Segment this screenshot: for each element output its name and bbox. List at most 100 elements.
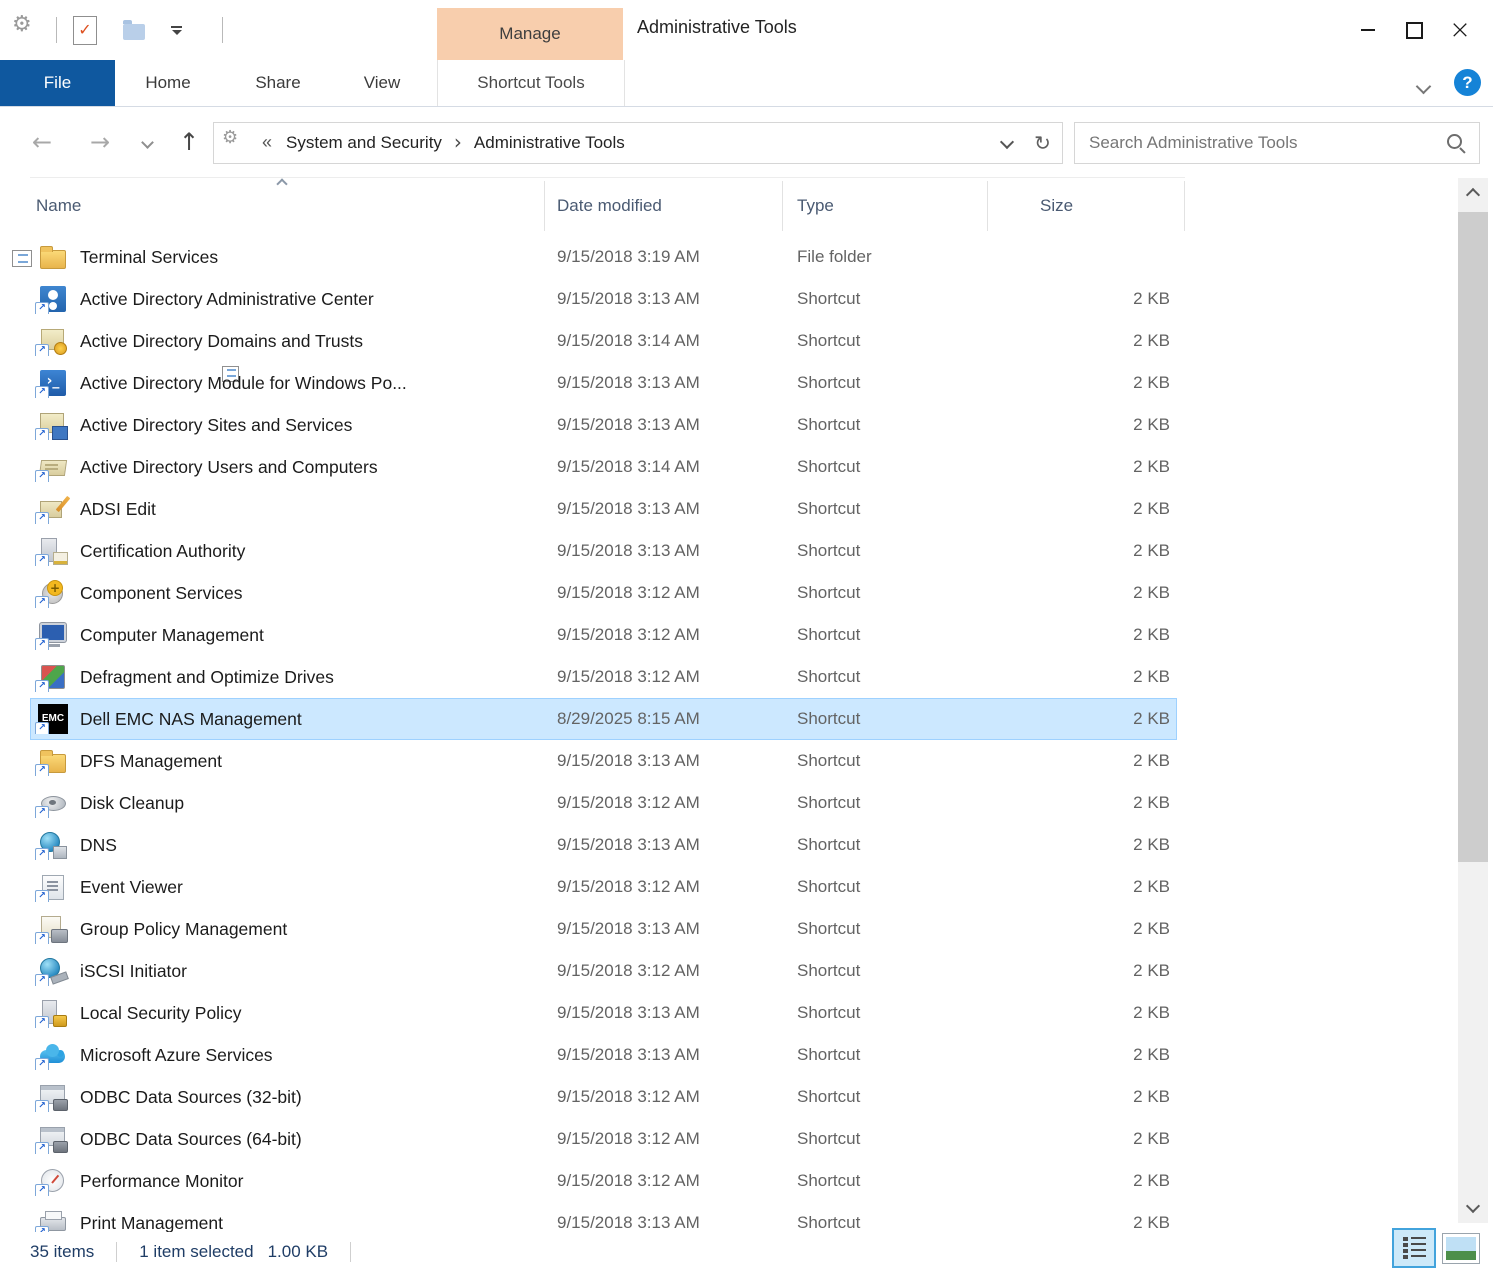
shortcut-arrow-icon: ↗	[35, 764, 49, 776]
file-type: Shortcut	[783, 289, 988, 309]
file-name: Certification Authority	[80, 541, 245, 562]
file-row[interactable]: ↗DFS Management9/15/2018 3:13 AMShortcut…	[30, 740, 1177, 782]
file-type: Shortcut	[783, 1087, 988, 1107]
sites-icon: ↗	[38, 410, 68, 440]
tab-home[interactable]: Home	[121, 60, 215, 106]
file-size: 2 KB	[988, 331, 1177, 351]
breadcrumb-separator-icon[interactable]: ›	[446, 130, 470, 156]
column-header-size[interactable]: Size	[988, 181, 1185, 231]
shortcut-arrow-icon: ↗	[35, 554, 49, 566]
file-row[interactable]: ↗Local Security Policy9/15/2018 3:13 AMS…	[30, 992, 1177, 1034]
search-input[interactable]	[1075, 133, 1445, 153]
file-name: Component Services	[80, 583, 242, 604]
file-row[interactable]: ↗Active Directory Module for Windows Po.…	[30, 362, 1177, 404]
file-name: ADSI Edit	[80, 499, 156, 520]
tab-share[interactable]: Share	[226, 60, 330, 106]
file-date-modified: 9/15/2018 3:13 AM	[545, 1213, 783, 1232]
properties-check-icon[interactable]: ✓	[73, 16, 97, 45]
shortcut-arrow-icon: ↗	[35, 974, 49, 986]
close-button[interactable]: ×	[1437, 10, 1483, 50]
file-row[interactable]: ↗Certification Authority9/15/2018 3:13 A…	[30, 530, 1177, 572]
tab-shortcut-tools[interactable]: Shortcut Tools	[437, 60, 625, 106]
recent-locations-button[interactable]	[133, 107, 161, 177]
file-row[interactable]: ↗Performance Monitor9/15/2018 3:12 AMSho…	[30, 1160, 1177, 1202]
back-button[interactable]: ←	[24, 107, 60, 177]
maximize-button[interactable]	[1391, 10, 1437, 50]
close-icon: ×	[1449, 17, 1471, 43]
file-row[interactable]: ↗ODBC Data Sources (32-bit)9/15/2018 3:1…	[30, 1076, 1177, 1118]
file-type: Shortcut	[783, 1171, 988, 1191]
vertical-scrollbar[interactable]	[1458, 178, 1488, 1223]
file-row[interactable]: ↗iSCSI Initiator9/15/2018 3:12 AMShortcu…	[30, 950, 1177, 992]
cert-authority-icon: ↗	[38, 536, 68, 566]
breadcrumb-administrative-tools[interactable]: Administrative Tools	[470, 133, 629, 153]
scroll-down-button[interactable]	[1458, 1189, 1488, 1223]
dropdown-arrow-icon	[172, 30, 182, 35]
navigation-toolbar: ← → ↑ ⚙ « System and Security › Administ…	[0, 107, 1493, 177]
file-name: ODBC Data Sources (64-bit)	[80, 1129, 302, 1150]
file-type: Shortcut	[783, 877, 988, 897]
file-row[interactable]: ↗Computer Management9/15/2018 3:12 AMSho…	[30, 614, 1177, 656]
column-header-name[interactable]: Name	[30, 181, 545, 231]
details-view-button[interactable]	[1392, 1228, 1436, 1268]
file-row[interactable]: ↗ODBC Data Sources (64-bit)9/15/2018 3:1…	[30, 1118, 1177, 1160]
file-size: 2 KB	[988, 1171, 1177, 1191]
file-row[interactable]: ↗Event Viewer9/15/2018 3:12 AMShortcut2 …	[30, 866, 1177, 908]
collapsed-path-indicator[interactable]: «	[262, 132, 272, 153]
file-row[interactable]: ↗Active Directory Sites and Services9/15…	[30, 404, 1177, 446]
file-date-modified: 9/15/2018 3:12 AM	[545, 961, 783, 981]
file-date-modified: 9/15/2018 3:12 AM	[545, 667, 783, 687]
refresh-button[interactable]: ↻	[1023, 122, 1063, 164]
column-headers: Name Date modified Type Size	[30, 177, 1185, 234]
file-row[interactable]: ↗Defragment and Optimize Drives9/15/2018…	[30, 656, 1177, 698]
file-name-cell: ↗Microsoft Azure Services	[30, 1040, 545, 1070]
file-date-modified: 9/15/2018 3:13 AM	[545, 835, 783, 855]
file-row[interactable]: ↗Print Management9/15/2018 3:13 AMShortc…	[30, 1202, 1177, 1232]
column-header-date-modified[interactable]: Date modified	[545, 181, 783, 231]
file-row[interactable]: ↗Active Directory Administrative Center9…	[30, 278, 1177, 320]
forward-button[interactable]: →	[82, 107, 118, 177]
minimize-button[interactable]	[1345, 10, 1391, 50]
thumbnails-view-icon	[1446, 1237, 1476, 1260]
file-row[interactable]: ↗Microsoft Azure Services9/15/2018 3:13 …	[30, 1034, 1177, 1076]
file-name-cell: ↗Component Services	[30, 578, 545, 608]
admin-tools-app-icon[interactable]: ⚙	[12, 14, 48, 46]
customize-quick-access-dropdown[interactable]	[171, 26, 182, 35]
tab-view[interactable]: View	[334, 60, 430, 106]
defrag-icon: ↗	[38, 662, 68, 692]
thumbnails-view-button[interactable]	[1442, 1233, 1480, 1264]
file-name: Print Management	[80, 1213, 223, 1233]
file-row[interactable]: ↗Active Directory Domains and Trusts9/15…	[30, 320, 1177, 362]
file-row[interactable]: ↗DNS9/15/2018 3:13 AMShortcut2 KB	[30, 824, 1177, 866]
scrollbar-thumb[interactable]	[1458, 212, 1488, 862]
search-icon[interactable]	[1445, 132, 1467, 154]
file-name-cell: ↗Active Directory Users and Computers	[30, 452, 545, 482]
shortcut-arrow-icon: ↗	[35, 848, 49, 860]
scroll-up-button[interactable]	[1458, 178, 1488, 212]
file-row[interactable]: ↗Disk Cleanup9/15/2018 3:12 AMShortcut2 …	[30, 782, 1177, 824]
file-date-modified: 9/15/2018 3:12 AM	[545, 1129, 783, 1149]
collapse-ribbon-button[interactable]	[1409, 75, 1437, 97]
help-button[interactable]: ?	[1454, 69, 1481, 96]
file-row[interactable]: EMC↗Dell EMC NAS Management8/29/2025 8:1…	[30, 698, 1177, 740]
tab-file[interactable]: File	[0, 60, 115, 106]
file-row[interactable]: ↗ADSI Edit9/15/2018 3:13 AMShortcut2 KB	[30, 488, 1177, 530]
breadcrumb-system-and-security[interactable]: System and Security	[282, 133, 446, 153]
status-bar: 35 items 1 item selected 1.00 KB	[0, 1232, 1493, 1271]
new-folder-icon[interactable]	[123, 24, 145, 40]
contextual-group-manage[interactable]: Manage	[437, 8, 623, 60]
odbc-icon: ↗	[38, 1082, 68, 1112]
address-bar[interactable]: ⚙ « System and Security › Administrative…	[213, 122, 1025, 164]
file-row[interactable]: ↗Active Directory Users and Computers9/1…	[30, 446, 1177, 488]
sort-ascending-icon	[278, 175, 287, 184]
column-header-type[interactable]: Type	[783, 181, 988, 231]
shortcut-arrow-icon: ↗	[35, 512, 49, 524]
file-name-cell: ↗ODBC Data Sources (32-bit)	[30, 1082, 545, 1112]
address-dropdown-button[interactable]	[1002, 134, 1012, 152]
file-row[interactable]: ↗Group Policy Management9/15/2018 3:13 A…	[30, 908, 1177, 950]
file-name-cell: ↗Active Directory Sites and Services	[30, 410, 545, 440]
file-row[interactable]: ↗Component Services9/15/2018 3:12 AMShor…	[30, 572, 1177, 614]
up-button[interactable]: ↑	[171, 107, 207, 177]
file-row[interactable]: Terminal Services9/15/2018 3:19 AMFile f…	[30, 236, 1177, 278]
group-policy-icon: ↗	[38, 914, 68, 944]
